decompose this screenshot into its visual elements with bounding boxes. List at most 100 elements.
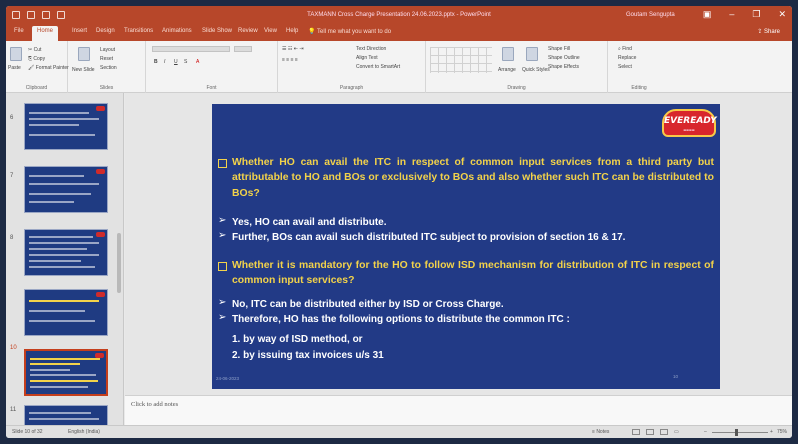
shapes-gallery[interactable] — [430, 47, 492, 73]
arrow-bullet-icon: ➢ — [218, 215, 227, 226]
zoom-slider[interactable] — [712, 432, 768, 433]
thumb-number: 7 — [10, 173, 14, 179]
slideshow-icon[interactable]: ▭ — [674, 429, 679, 435]
paste-icon[interactable] — [10, 47, 22, 61]
close-icon[interactable]: ✕ — [778, 9, 786, 20]
thumb-number: 11 — [10, 407, 17, 413]
checkbox-bullet-icon — [218, 159, 227, 168]
tab-file[interactable]: File — [14, 28, 24, 34]
italic-button[interactable]: I — [164, 59, 165, 65]
slide-sorter-icon[interactable] — [646, 429, 654, 435]
slide-number-footer: 10 — [672, 374, 678, 379]
tell-me-search[interactable]: 💡 Tell me what you want to do — [308, 28, 391, 35]
format-painter-button[interactable]: 🖌 Format Painter — [28, 65, 69, 71]
arrange-icon[interactable] — [502, 47, 514, 61]
copy-icon: ⎘ — [28, 56, 33, 62]
tab-design[interactable]: Design — [96, 28, 115, 34]
share-button[interactable]: ⇪ Share — [757, 28, 780, 35]
copy-button[interactable]: ⎘ Copy — [28, 56, 45, 62]
select-button[interactable]: Select — [618, 64, 632, 70]
lightbulb-icon: 💡 — [308, 29, 316, 35]
drawing-group: Arrange Quick Styles Shape Fill Shape Ou… — [426, 41, 608, 93]
tab-review[interactable]: Review — [238, 28, 258, 34]
current-slide[interactable]: EVEREADY ▬▬▬▬ Whether HO can avail the I… — [212, 104, 720, 389]
tab-insert[interactable]: Insert — [72, 28, 87, 34]
shape-effects-button[interactable]: Shape Effects — [548, 64, 579, 70]
underline-button[interactable]: U — [174, 59, 178, 65]
notes-placeholder[interactable]: Click to add notes — [131, 401, 178, 408]
slide-thumbnail[interactable] — [24, 103, 108, 150]
minimize-icon[interactable]: – — [729, 9, 734, 20]
align-text-button[interactable]: Align Text — [356, 55, 378, 61]
language-indicator[interactable]: English (India) — [68, 429, 100, 435]
thumb-logo — [96, 106, 105, 111]
text-direction-button[interactable]: Text Direction — [356, 46, 386, 52]
cut-button[interactable]: ✂ Cut — [28, 47, 41, 53]
thumbnails-scrollbar[interactable] — [117, 233, 121, 293]
clipboard-group: Paste ✂ Cut ⎘ Copy 🖌 Format Painter Clip… — [6, 41, 69, 93]
slide-thumbnail[interactable] — [24, 229, 108, 276]
notes-pane[interactable]: Click to add notes — [125, 395, 792, 425]
layout-button[interactable]: Layout — [100, 47, 115, 53]
shape-fill-button[interactable]: Shape Fill — [548, 46, 570, 52]
format-painter-label: Format Painter — [35, 65, 69, 71]
find-button[interactable]: ⌕ Find — [618, 46, 632, 52]
slide-thumbnail[interactable] — [24, 166, 108, 213]
new-slide-icon[interactable] — [78, 47, 90, 61]
reading-view-icon[interactable] — [660, 429, 668, 435]
thumb-logo — [96, 292, 105, 297]
font-name-dropdown[interactable] — [152, 46, 230, 52]
zoom-slider-thumb[interactable] — [735, 429, 738, 436]
tab-slide-show[interactable]: Slide Show — [202, 28, 232, 34]
shadow-button[interactable]: S — [184, 59, 187, 65]
shape-outline-button[interactable]: Shape Outline — [548, 55, 580, 61]
answer-3-text: No, ITC can be distributed either by ISD… — [232, 299, 504, 310]
tab-home[interactable]: Home — [32, 26, 59, 41]
copy-label: Copy — [33, 56, 46, 62]
eveready-logo: EVEREADY ▬▬▬▬ — [662, 109, 717, 137]
option-1-text: 1. by way of ISD method, or — [232, 334, 363, 345]
slide-thumbnail[interactable] — [24, 289, 108, 336]
align-buttons[interactable]: ≡ ≡ ≡ ≡ — [282, 57, 298, 63]
font-size-dropdown[interactable] — [234, 46, 252, 52]
font-color-button[interactable]: A — [196, 59, 199, 65]
thumb-logo — [96, 232, 105, 237]
share-label: Share — [763, 29, 780, 35]
bullets-button[interactable]: ☰ ☷ ⇤ ⇥ — [282, 46, 304, 52]
notes-toggle-button[interactable]: ≡ Notes — [592, 429, 609, 435]
user-name[interactable]: Goutam Sengupta — [626, 12, 675, 18]
ribbon-display-options-icon[interactable]: ▣ — [703, 9, 712, 20]
tab-animations[interactable]: Animations — [162, 28, 192, 34]
slide-thumbnail[interactable] — [24, 405, 108, 427]
bold-button[interactable]: B — [154, 59, 158, 65]
zoom-out-icon[interactable]: – — [704, 429, 707, 435]
tab-help[interactable]: Help — [286, 28, 298, 34]
quick-styles-label[interactable]: Quick Styles — [522, 67, 550, 73]
paste-label[interactable]: Paste — [8, 65, 21, 71]
reset-button[interactable]: Reset — [100, 56, 113, 62]
slide-editing-area: EVEREADY ▬▬▬▬ Whether HO can avail the I… — [125, 93, 792, 395]
editing-group-label: Editing — [631, 85, 647, 91]
font-group: B I U S A Font — [146, 41, 278, 93]
arrange-label[interactable]: Arrange — [498, 67, 516, 73]
tab-view[interactable]: View — [264, 28, 277, 34]
section-button[interactable]: Section — [100, 65, 117, 71]
zoom-level[interactable]: 75% — [777, 429, 787, 435]
scissors-icon: ✂ — [28, 47, 33, 53]
normal-view-icon[interactable] — [632, 429, 640, 435]
quick-styles-icon[interactable] — [526, 47, 538, 61]
powerpoint-window: TAXMANN Cross Charge Presentation 24.06.… — [6, 6, 792, 438]
replace-button[interactable]: Replace — [618, 55, 636, 61]
share-icon: ⇪ — [757, 29, 763, 35]
slide-thumbnails-pane: 6 7 8 10 11 — [6, 93, 124, 427]
thumb-number: 8 — [10, 235, 14, 241]
logo-tagline-mark: ▬▬▬▬ — [683, 128, 695, 132]
convert-smartart-button[interactable]: Convert to SmartArt — [356, 64, 400, 70]
brush-icon: 🖌 — [28, 65, 35, 71]
zoom-in-icon[interactable]: + — [770, 429, 773, 435]
new-slide-label[interactable]: New Slide — [72, 67, 95, 73]
ribbon-tabs: File Home Insert Design Transitions Anim… — [6, 25, 792, 41]
maximize-icon[interactable]: ❐ — [752, 9, 760, 20]
tab-transitions[interactable]: Transitions — [124, 28, 153, 34]
slide-thumbnail-selected[interactable] — [24, 349, 108, 396]
